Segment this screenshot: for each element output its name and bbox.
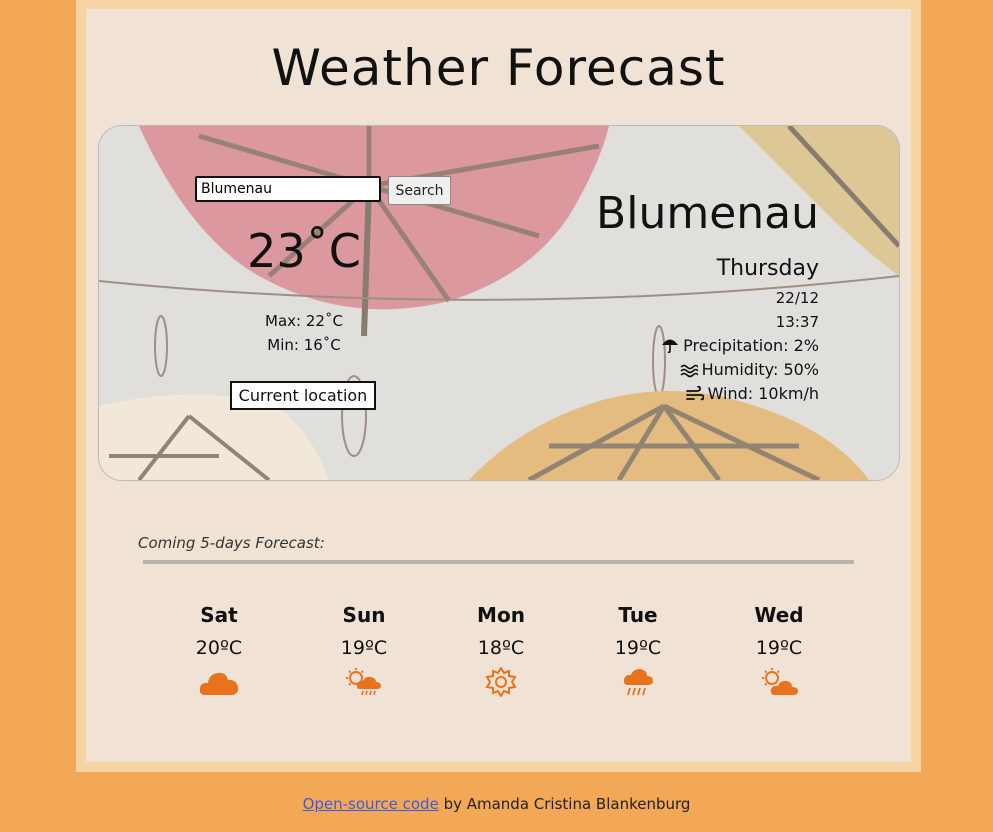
weekday: Thursday xyxy=(716,256,819,281)
current-location-button[interactable]: Current location xyxy=(230,381,376,410)
wind-text: Wind: 10km/h xyxy=(707,384,819,403)
current-weather-card: Search 23˚C Max: 22˚C Min: 16˚C Current … xyxy=(98,125,900,481)
sun-icon xyxy=(456,666,546,701)
wind-row: Wind: 10km/h xyxy=(519,384,819,406)
forecast-day: Mon 18ºC xyxy=(456,603,546,701)
forecast-day-name: Sat xyxy=(200,603,238,627)
time: 13:37 xyxy=(775,313,819,331)
precipitation-text: Precipitation: 2% xyxy=(683,336,819,355)
forecast-heading: Coming 5-days Forecast: xyxy=(138,534,325,552)
city-search-input[interactable] xyxy=(195,176,381,202)
footer-credit: by Amanda Cristina Blankenburg xyxy=(438,795,691,813)
humidity-row: Humidity: 50% xyxy=(519,360,819,382)
page-title: Weather Forecast xyxy=(271,39,726,97)
current-temperature: 23˚C xyxy=(247,224,361,278)
humidity-waves-icon xyxy=(680,363,699,382)
forecast-day-temp: 20ºC xyxy=(195,637,243,659)
forecast-day-temp: 19ºC xyxy=(755,637,803,659)
wind-icon xyxy=(685,385,704,406)
forecast-day-name: Wed xyxy=(754,603,804,627)
sun-cloud-icon xyxy=(734,667,824,701)
min-temperature: Min: 16˚C xyxy=(267,336,341,354)
forecast-day-name: Sun xyxy=(342,603,386,627)
humidity-text: Humidity: 50% xyxy=(701,360,819,379)
date: 22/12 xyxy=(775,289,819,307)
forecast-day-name: Tue xyxy=(618,603,658,627)
search-button[interactable]: Search xyxy=(388,176,451,205)
forecast-day-temp: 18ºC xyxy=(477,637,525,659)
sun-cloud-rain-icon xyxy=(319,667,409,701)
forecast-day-temp: 19ºC xyxy=(340,637,388,659)
umbrella-icon xyxy=(661,337,679,358)
app-panel: Weather Forecast Blumenau Search 23˚C Ma… xyxy=(86,9,911,762)
open-source-code-link[interactable]: Open-source code xyxy=(303,795,439,813)
forecast-list: Sat 20ºC Sun 19ºC Mon 18ºC Tue 19ºC Wed … xyxy=(86,603,911,713)
forecast-divider xyxy=(143,560,854,564)
forecast-day-temp: 19ºC xyxy=(614,637,662,659)
forecast-day-name: Mon xyxy=(477,603,525,627)
app-frame: Weather Forecast Blumenau Search 23˚C Ma… xyxy=(76,0,921,772)
footer: Open-source code by Amanda Cristina Blan… xyxy=(0,795,993,813)
forecast-day: Tue 19ºC xyxy=(593,603,683,701)
forecast-day: Sat 20ºC xyxy=(174,603,264,701)
cloud-icon xyxy=(174,667,264,701)
forecast-day: Sun 19ºC xyxy=(319,603,409,701)
city-name: Blumenau xyxy=(596,188,819,239)
forecast-day: Wed 19ºC xyxy=(734,603,824,701)
precipitation-row: Precipitation: 2% xyxy=(519,336,819,358)
max-temperature: Max: 22˚C xyxy=(265,312,343,330)
cloud-rain-icon xyxy=(593,667,683,701)
